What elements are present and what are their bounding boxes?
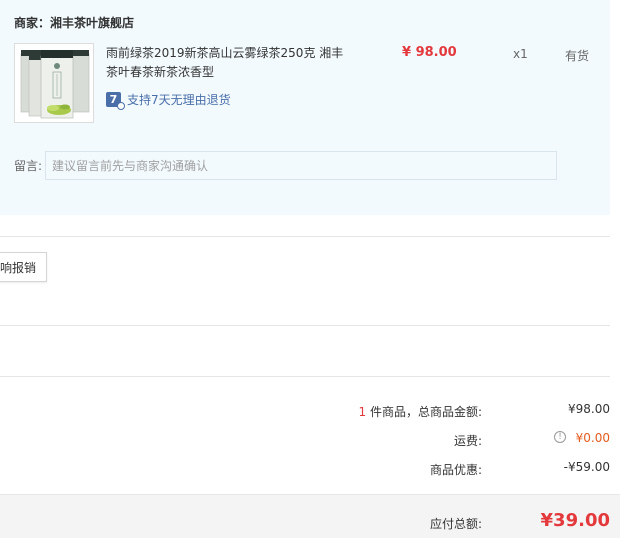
merchant-label: 商家：: [14, 16, 51, 30]
divider: [0, 325, 610, 326]
invoice-button-label: 响报销: [0, 260, 36, 275]
tea-tins-image: [15, 44, 93, 122]
product-quantity: x1: [513, 47, 528, 61]
divider: [0, 236, 610, 237]
return-policy-badge[interactable]: 7 支持7天无理由退货: [106, 91, 231, 110]
divider: [0, 376, 610, 377]
stock-status: 有货: [565, 49, 590, 63]
shipping-info-icon[interactable]: !: [554, 431, 566, 443]
discount-value: -¥59.00: [563, 460, 610, 474]
payable-total-value: ¥39.00: [540, 510, 610, 531]
merchant-name: 商家：湘丰茶叶旗舰店: [14, 14, 134, 31]
product-thumbnail[interactable]: [14, 43, 94, 123]
merchant-store-name[interactable]: 湘丰茶叶旗舰店: [50, 16, 134, 30]
shipping-value: ¥0.00: [575, 431, 610, 445]
product-price: ¥ 98.00: [402, 45, 457, 60]
return-policy-text: 支持7天无理由退货: [127, 92, 231, 107]
remark-label: 留言:: [14, 159, 43, 173]
goods-total-value: ¥98.00: [568, 402, 610, 416]
invoice-button[interactable]: 响报销: [0, 252, 47, 282]
payable-total-bar: [0, 494, 620, 538]
payable-total-label: 应付总额:: [429, 517, 482, 531]
remark-input[interactable]: [45, 151, 557, 180]
product-title[interactable]: 雨前绿茶2019新茶高山云雾绿茶250克 湘丰茶叶春茶新茶浓香型: [106, 44, 346, 82]
shipping-label: 运费:: [453, 434, 482, 448]
discount-label: 商品优惠:: [429, 463, 482, 477]
goods-total-label: 1 件商品，总商品金额:: [358, 405, 482, 419]
item-count: 1: [358, 405, 367, 419]
seven-day-return-icon: 7: [106, 91, 125, 110]
